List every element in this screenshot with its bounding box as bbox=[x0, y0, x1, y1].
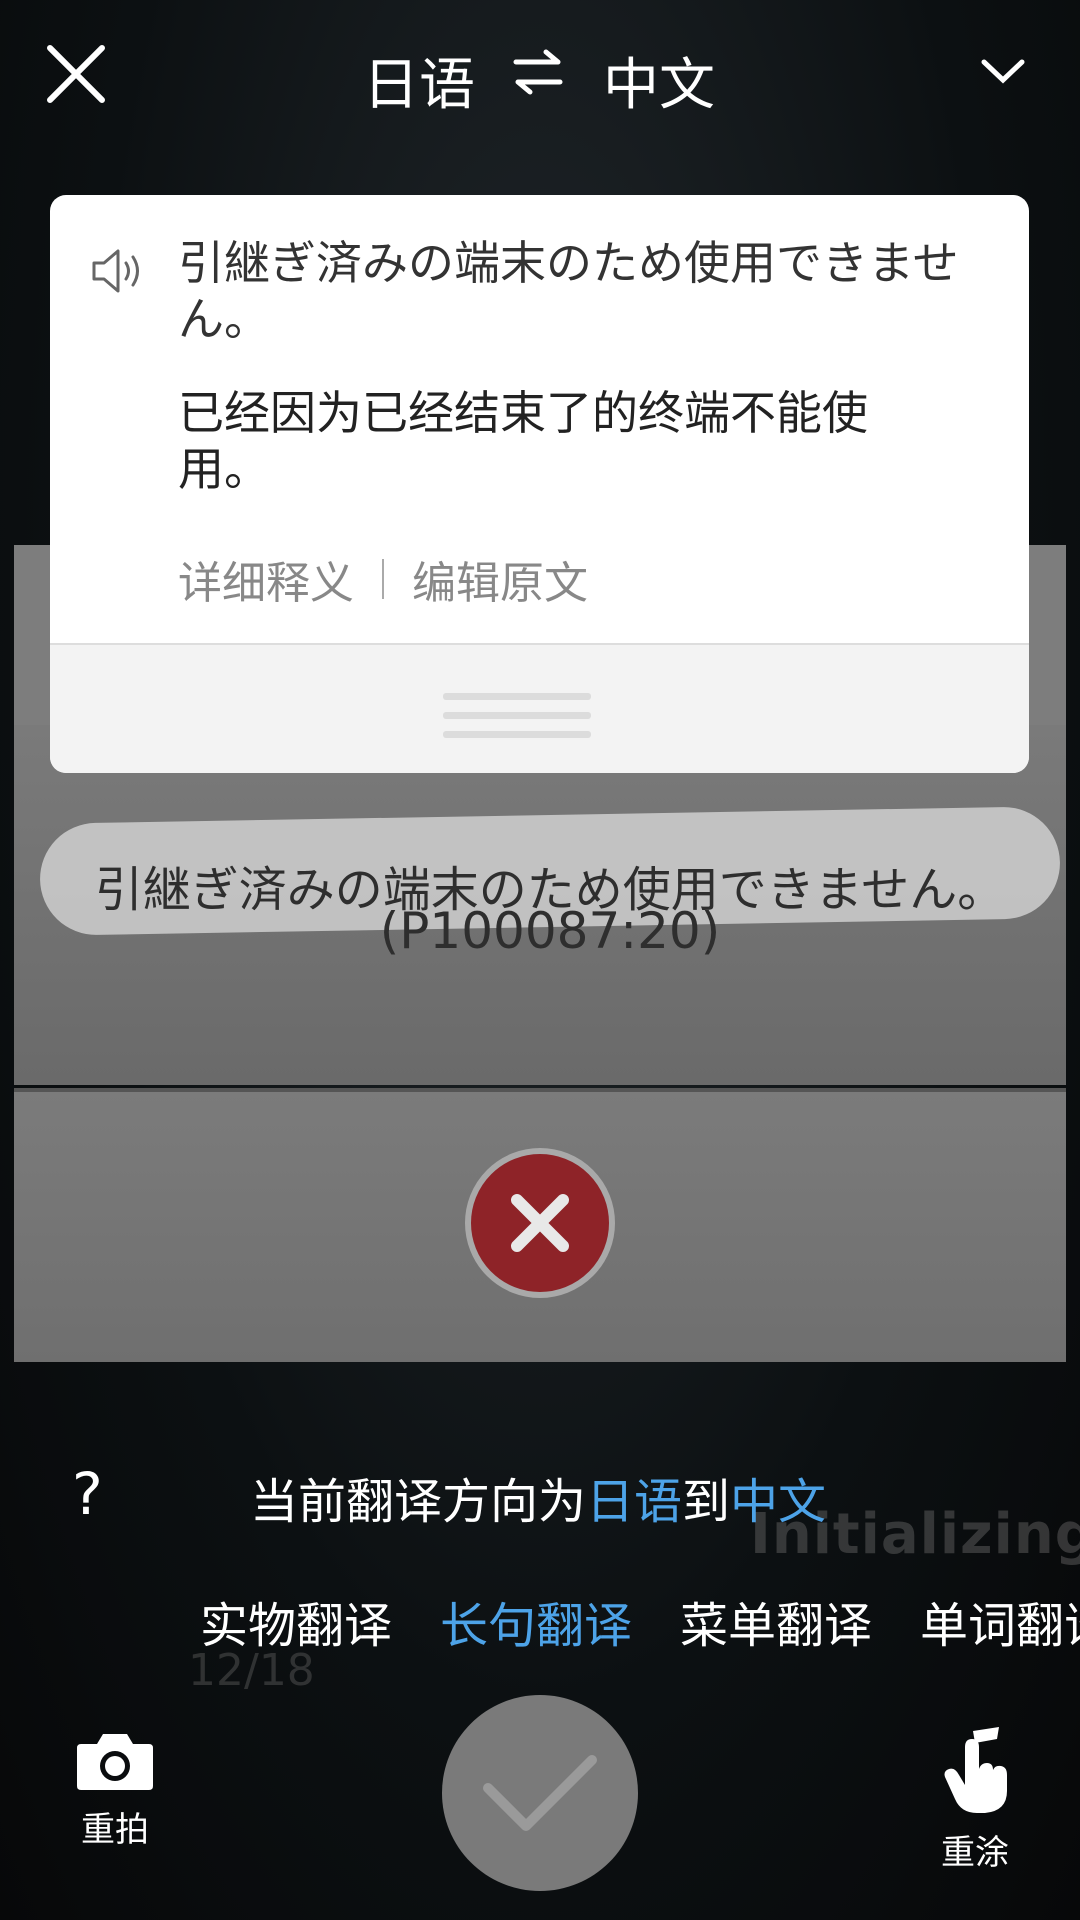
action-separator bbox=[382, 559, 384, 599]
card-source-text: 引継ぎ済みの端末のため使用できません。 bbox=[178, 236, 959, 346]
retake-label: 重拍 bbox=[81, 1810, 149, 1850]
repaint-button[interactable]: 重涂 bbox=[920, 1725, 1030, 1875]
direction-from: 日语 bbox=[586, 1474, 683, 1530]
card-actions: 详细释义 编辑原文 bbox=[178, 547, 588, 611]
retake-button[interactable]: 重拍 bbox=[60, 1730, 170, 1870]
translation-direction-text: 当前翻译方向为日语到中文 bbox=[250, 1462, 826, 1532]
repaint-label: 重涂 bbox=[941, 1833, 1009, 1873]
speaker-button[interactable] bbox=[90, 245, 146, 297]
tab-sentence-translation[interactable]: 长句翻译 bbox=[440, 1586, 632, 1656]
direction-to: 中文 bbox=[730, 1474, 827, 1530]
more-button[interactable] bbox=[978, 52, 1028, 92]
translation-card: 引継ぎ済みの端末のため使用できません。 已经因为已经结束了的终端不能使用。 详细… bbox=[50, 195, 1029, 773]
swap-icon bbox=[513, 49, 563, 95]
help-icon[interactable]: ? bbox=[72, 1460, 103, 1528]
direction-middle: 到 bbox=[682, 1474, 731, 1530]
close-button[interactable] bbox=[44, 42, 108, 106]
detail-definition-link[interactable]: 详细释义 bbox=[178, 547, 354, 611]
captured-error-code: (P100087:20) bbox=[379, 902, 721, 960]
tab-word-translation[interactable]: 单词翻译 bbox=[920, 1586, 1080, 1656]
error-x-icon bbox=[465, 1148, 615, 1298]
mode-tabs: 实物翻译 长句翻译 菜单翻译 单词翻译 bbox=[200, 1586, 1080, 1656]
checkmark-icon bbox=[483, 1755, 597, 1831]
source-language-label[interactable]: 日语 bbox=[363, 40, 475, 121]
camera-icon bbox=[77, 1734, 153, 1790]
drag-handle-icon[interactable] bbox=[443, 693, 591, 739]
speaker-icon bbox=[92, 249, 139, 293]
swap-languages-button[interactable] bbox=[512, 46, 564, 98]
tab-menu-translation[interactable]: 菜单翻译 bbox=[680, 1586, 872, 1656]
direction-prefix: 当前翻译方向为 bbox=[250, 1474, 587, 1530]
close-icon bbox=[47, 45, 105, 103]
target-language-label[interactable]: 中文 bbox=[603, 40, 715, 121]
edit-source-link[interactable]: 编辑原文 bbox=[412, 547, 588, 611]
tab-object-translation[interactable]: 实物翻译 bbox=[200, 1586, 392, 1656]
card-translation-text: 已经因为已经结束了的终端不能使用。 bbox=[178, 386, 868, 496]
hand-pointer-icon bbox=[944, 1727, 1007, 1813]
card-footer[interactable] bbox=[50, 645, 1029, 773]
chevron-down-icon bbox=[981, 59, 1025, 84]
confirm-button[interactable] bbox=[442, 1695, 638, 1891]
